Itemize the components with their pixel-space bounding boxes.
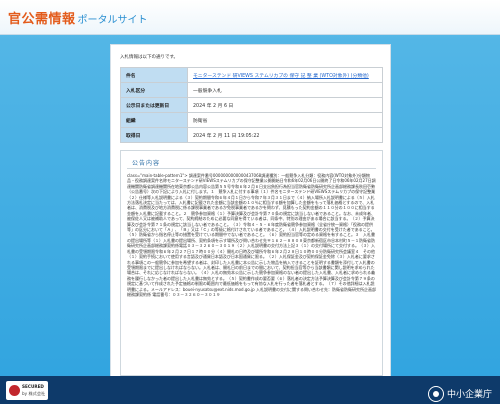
badge-title: SECURED: [22, 384, 44, 389]
site-title-link[interactable]: 官公需情報 ポータルサイト: [8, 8, 148, 27]
site-title-sub: ポータルサイト: [77, 15, 148, 26]
bid-info-table: 件名 モニターステンド 研VIEWS ステムリカプの 保守 記 整 業 (WTO…: [120, 67, 383, 143]
table-row: 件名 モニターステンド 研VIEWS ステムリカプの 保守 記 整 業 (WTO…: [120, 67, 383, 83]
row-key-date: 公示日または更新日: [120, 97, 188, 113]
intro-note: 入札情報は以下の通りです。: [120, 55, 179, 60]
site-title-main: 官公需情報: [8, 12, 76, 27]
site-header: 官公需情報 ポータルサイト: [0, 0, 500, 35]
row-key-bid-type: 入札区分: [120, 82, 188, 98]
row-value-organization: 防衛省: [187, 112, 383, 128]
row-key-subject: 件名: [120, 67, 188, 83]
row-value-bid-type: 一般競争入札: [187, 82, 383, 98]
table-row: 取得日 2024 年 2 月 11 日 19:05:22: [120, 127, 383, 143]
badge-sub: by 株式会社: [22, 391, 46, 396]
row-key-organization: 組織: [120, 112, 188, 128]
table-row: 組織 防衛省: [120, 112, 383, 128]
subject-link[interactable]: モニターステンド 研VIEWS ステムリカプの 保守 記 整 業 (WTO対象外…: [187, 67, 383, 83]
bid-detail-card: 入札情報は以下の通りです。 件名 モニターステンド 研VIEWS ステムリカプの…: [110, 44, 391, 386]
security-seal-icon: [9, 385, 20, 396]
site-footer: SECURED by 株式会社 中小企業庁: [0, 376, 500, 404]
security-badge[interactable]: SECURED by 株式会社: [6, 381, 48, 400]
row-value-acquired: 2024 年 2 月 11 日 19:05:22: [187, 127, 383, 143]
content-divider: [127, 168, 376, 169]
row-value-date: 2024 年 2 月 6 日: [187, 97, 383, 113]
agency-logo-icon: [427, 385, 444, 402]
agency-name: 中小企業庁: [446, 390, 492, 400]
row-key-acquired: 取得日: [120, 127, 188, 143]
agency-link[interactable]: 中小企業庁: [427, 383, 492, 402]
content-title: 公告内容: [132, 160, 161, 167]
table-row: 公示日または更新日 2024 年 2 月 6 日: [120, 97, 383, 113]
announcement-content: 公告内容 class="main-table-pattern1"> 調達案件番号…: [120, 150, 383, 376]
content-body: class="main-table-pattern1"> 調達案件番号00000…: [127, 173, 376, 297]
table-row: 入札区分 一般競争入札: [120, 82, 383, 98]
